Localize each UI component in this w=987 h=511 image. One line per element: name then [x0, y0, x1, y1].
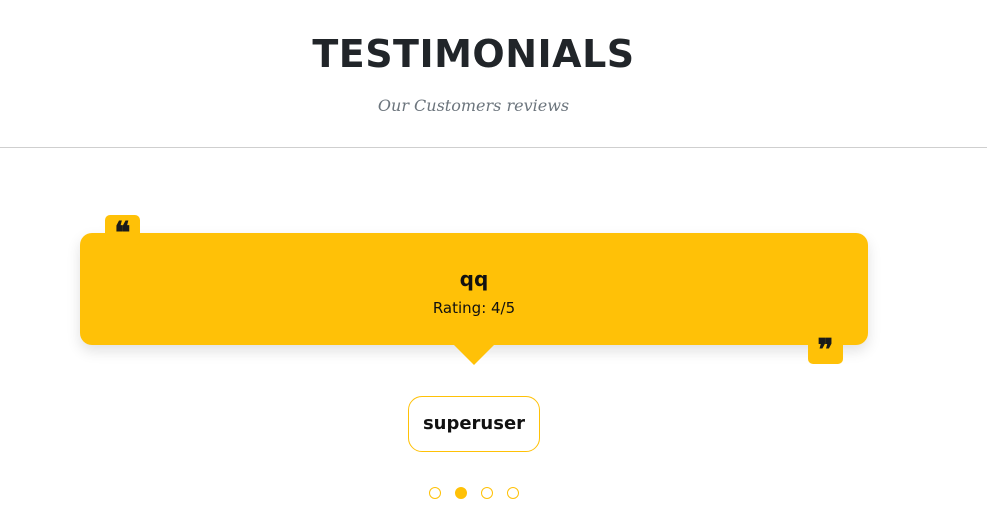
carousel-dot-1[interactable]	[429, 487, 441, 499]
carousel-dot-4[interactable]	[507, 487, 519, 499]
testimonial-card-pointer	[454, 345, 494, 365]
section-title: TESTIMONIALS	[312, 32, 635, 76]
testimonial-title: qq	[459, 267, 489, 291]
section-subtitle: Our Customers reviews	[377, 96, 570, 115]
quote-close-icon: ❞	[808, 334, 843, 364]
carousel-dot-3[interactable]	[481, 487, 493, 499]
testimonial-rating: Rating: 4/5	[432, 299, 516, 317]
carousel-dots	[429, 487, 519, 499]
quote-open-icon: ❝	[105, 215, 140, 245]
carousel-dot-2[interactable]	[455, 487, 467, 499]
testimonial-author: superuser	[408, 396, 540, 452]
section-divider	[0, 147, 987, 148]
